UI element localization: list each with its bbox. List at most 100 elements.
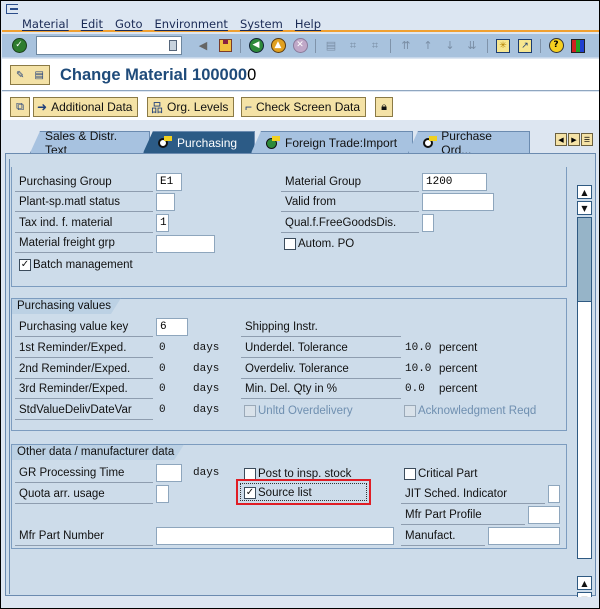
plant-sp-matl-status-label: Plant-sp.matl status — [15, 194, 153, 212]
menu-goto[interactable]: Goto — [115, 17, 143, 31]
command-dropdown-icon[interactable] — [169, 40, 177, 51]
page-title-cursor-char: 0 — [247, 66, 257, 84]
underdel-tolerance-value: 10.0 — [405, 342, 432, 354]
tab-list-icon[interactable]: ☰ — [581, 133, 593, 146]
tab-navigation: ◀ ▶ ☰ — [555, 133, 593, 146]
help-icon[interactable]: ? — [547, 38, 565, 54]
tab-prev-icon[interactable]: ◀ — [555, 133, 567, 146]
scroll-up-bottom-icon[interactable]: ▲ — [577, 576, 592, 590]
reminder3-label: 3rd Reminder/Exped. — [15, 381, 153, 399]
other-material-icon[interactable]: ▤ — [35, 70, 44, 81]
menu-system[interactable]: System — [240, 17, 283, 31]
quota-arr-usage-label: Quota arr. usage — [15, 486, 153, 504]
checkbox-checked-icon: ✓ — [244, 487, 256, 499]
lock-button[interactable]: 🔒︎ — [375, 97, 393, 117]
batch-management-checkbox[interactable]: ✓ Batch management — [19, 257, 133, 273]
cancel-icon[interactable]: ✕ — [291, 38, 309, 54]
autom-po-checkbox[interactable]: Autom. PO — [284, 236, 354, 252]
print-icon[interactable]: ▤ — [322, 38, 340, 54]
next-page-icon[interactable]: ↓ — [441, 38, 459, 54]
scroll-thumb[interactable] — [578, 218, 591, 302]
tax-ind-input[interactable]: 1 — [156, 214, 169, 232]
valid-from-label: Valid from — [281, 194, 419, 212]
scroll-track[interactable] — [577, 217, 592, 559]
system-menu-icon[interactable] — [6, 4, 18, 14]
gr-processing-time-input[interactable] — [156, 464, 182, 482]
tab-foreign-trade-import[interactable]: Foreign Trade:Import — [251, 131, 413, 153]
manufact-input[interactable] — [488, 527, 560, 545]
jit-sched-indicator-label: JIT Sched. Indicator — [401, 486, 545, 504]
display-change-icon[interactable]: ✎ — [16, 70, 24, 81]
title-buttons[interactable]: ✎ ▤ — [10, 65, 50, 85]
material-group-input[interactable]: 1200 — [422, 173, 487, 191]
find-icon[interactable]: ⌗ — [344, 38, 362, 54]
find-next-icon[interactable]: ⌗ — [366, 38, 384, 54]
jit-sched-indicator-input[interactable] — [548, 485, 560, 503]
previous-page-icon[interactable]: ↑ — [419, 38, 437, 54]
toolbar-separator — [390, 38, 391, 53]
qual-free-goods-input[interactable] — [422, 214, 434, 232]
purchasing-group-input[interactable]: E1 — [156, 173, 182, 191]
arrow-right-icon: ➜ — [37, 100, 48, 114]
select-views-button[interactable]: ⧉ — [10, 97, 30, 117]
reminder2-value: 0 — [159, 363, 166, 375]
source-list-checkbox[interactable]: ✓ Source list — [244, 485, 312, 501]
check-screen-data-button[interactable]: ⌐ Check Screen Data — [241, 97, 367, 117]
application-toolbar: ⧉ ➜ Additional Data 品 Org. Levels ⌐ Check S… — [2, 92, 599, 120]
last-page-icon[interactable]: ⇊ — [463, 38, 481, 54]
acknowledgment-reqd-checkbox[interactable]: Acknowledgment Reqd — [404, 403, 536, 419]
critical-part-label: Critical Part — [418, 468, 478, 480]
checkbox-disabled-icon — [244, 405, 256, 417]
save-icon[interactable] — [216, 38, 234, 54]
menu-bar: Material Edit Goto Environment System He… — [2, 2, 599, 32]
checkbox-checked-icon: ✓ — [19, 259, 31, 271]
purchasing-value-key-input[interactable]: 6 — [156, 318, 188, 336]
menu-help[interactable]: Help — [295, 17, 321, 31]
scroll-up-icon[interactable]: ▲ — [577, 185, 592, 199]
material-freight-grp-input[interactable] — [156, 235, 215, 253]
tab-next-icon[interactable]: ▶ — [568, 133, 580, 146]
plant-sp-matl-status-input[interactable] — [156, 193, 175, 211]
vertical-scrollbar[interactable]: ▲ ▼ ▲ ▼ — [577, 185, 593, 606]
manufact-label: Manufact. — [401, 528, 485, 546]
mfr-part-profile-input[interactable] — [528, 506, 560, 524]
menu: Material Edit Goto Environment System He… — [22, 17, 333, 31]
first-page-icon[interactable]: ⇈ — [397, 38, 415, 54]
gr-processing-time-unit: days — [193, 467, 220, 479]
command-field[interactable] — [36, 36, 182, 55]
data-icon — [423, 135, 437, 149]
menu-edit[interactable]: Edit — [81, 17, 103, 31]
org-levels-button[interactable]: 品 Org. Levels — [147, 97, 235, 117]
shipping-instr-label: Shipping Instr. — [241, 319, 401, 337]
layout-menu-icon[interactable] — [569, 38, 587, 54]
overdel-tolerance-value: 10.0 — [405, 363, 432, 375]
back-icon[interactable]: ◀ — [247, 38, 265, 54]
exit-icon[interactable]: ▲ — [269, 38, 287, 54]
create-session-icon[interactable]: ✳ — [494, 38, 512, 54]
quota-arr-usage-input[interactable] — [156, 485, 169, 503]
checkbox-unchecked-icon — [284, 238, 296, 250]
tab-sales-distr-text[interactable]: Sales & Distr. Text — [30, 131, 150, 153]
menu-environment[interactable]: Environment — [155, 17, 228, 31]
back-arrow-icon[interactable]: ◀ — [194, 38, 212, 54]
check-screen-data-label: Check Screen Data — [256, 100, 361, 114]
check-ok-icon — [266, 135, 280, 149]
tab-purchasing[interactable]: Purchasing — [143, 131, 255, 153]
org-levels-label: Org. Levels — [167, 100, 229, 114]
unltd-overdelivery-checkbox[interactable]: Unltd Overdelivery — [244, 403, 353, 419]
valid-from-input[interactable] — [422, 193, 494, 211]
tab-strip: Sales & Distr. Text Purchasing Foreign T… — [2, 120, 599, 154]
tab-purchase-order[interactable]: Purchase Ord... — [408, 131, 530, 153]
enter-icon[interactable]: ✓ — [10, 38, 28, 54]
tax-ind-label: Tax ind. f. material — [15, 215, 153, 233]
qual-free-goods-label: Qual.f.FreeGoodsDis. — [281, 215, 419, 233]
sap-window: Material Edit Goto Environment System He… — [0, 0, 600, 609]
scroll-down-icon[interactable]: ▼ — [577, 201, 592, 215]
critical-part-checkbox[interactable]: Critical Part — [404, 466, 477, 482]
mfr-part-number-input[interactable] — [156, 527, 394, 545]
additional-data-button[interactable]: ➜ Additional Data — [33, 97, 139, 117]
menu-material[interactable]: Material — [22, 17, 69, 31]
hierarchy-icon: 品 — [151, 100, 164, 115]
purchasing-group-label: Purchasing Group — [15, 174, 153, 192]
shortcut-icon[interactable]: ↗ — [516, 38, 534, 54]
